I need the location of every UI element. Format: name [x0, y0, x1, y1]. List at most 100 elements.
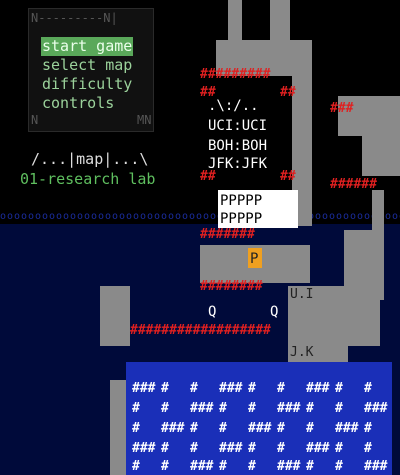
- water-glyph: o: [112, 211, 118, 222]
- water-glyph: o: [98, 211, 104, 222]
- floor-glyph: #: [364, 381, 372, 396]
- floor-glyph: #: [277, 381, 285, 396]
- water-glyph: o: [182, 211, 188, 222]
- water-glyph: o: [357, 211, 363, 222]
- lab-room: .\:/.. UCI:UCI BOH:BOH JFK:JFK: [208, 98, 268, 172]
- floor-glyph: ###: [219, 441, 243, 456]
- brick-row: ###: [330, 101, 354, 116]
- floor-glyph: ###: [335, 421, 359, 436]
- floor-glyph: #: [219, 459, 227, 474]
- floor-glyph: #: [161, 381, 169, 396]
- menu-frame-left: N: [31, 113, 39, 127]
- brick-row: ##################: [130, 323, 271, 338]
- floor-glyph: #: [335, 401, 343, 416]
- water-glyph: o: [315, 211, 321, 222]
- water-glyph: o: [28, 211, 34, 222]
- floor-glyph: #: [335, 381, 343, 396]
- water-glyph: o: [189, 211, 195, 222]
- floor-glyph: #: [248, 459, 256, 474]
- floor-glyph: ###: [190, 459, 214, 474]
- menu-item-select-map[interactable]: select map: [41, 56, 133, 75]
- water-pattern: oooooooooooooooooooooooooooooooooooooooo…: [0, 211, 400, 222]
- floor-glyph: #: [161, 401, 169, 416]
- floor-glyph: ###: [132, 381, 156, 396]
- floor-glyph: #: [277, 441, 285, 456]
- menu-item-start-game[interactable]: start game: [41, 37, 134, 56]
- floor-glyph: #: [277, 421, 285, 436]
- water-glyph: o: [14, 211, 20, 222]
- floor-glyph: #: [306, 459, 314, 474]
- menu-item-controls[interactable]: controls: [41, 94, 133, 113]
- q-marker-left: Q: [208, 304, 216, 320]
- water-glyph: o: [140, 211, 146, 222]
- water-glyph: o: [210, 211, 216, 222]
- water-glyph: o: [322, 211, 328, 222]
- jk-label: J.K: [290, 345, 314, 360]
- water-glyph: o: [7, 211, 13, 222]
- floor-glyph: #: [364, 421, 372, 436]
- player-glyph: P: [250, 251, 258, 267]
- menu-frame-right: MN: [137, 113, 152, 127]
- brick-row: ######: [330, 177, 377, 192]
- map-title: /...|map|...\: [31, 150, 149, 168]
- floor-glyph: #: [190, 381, 198, 396]
- menu-frame-top: N---------N|: [31, 11, 118, 25]
- water-glyph: o: [56, 211, 62, 222]
- water-glyph: o: [42, 211, 48, 222]
- water-glyph: o: [350, 211, 356, 222]
- main-menu: N---------N| N MN start game select map …: [28, 8, 154, 132]
- lab-row-2: UCI:UCI: [208, 118, 267, 134]
- water-glyph: o: [385, 211, 391, 222]
- water-glyph: o: [196, 211, 202, 222]
- water-glyph: o: [203, 211, 209, 222]
- floor-glyph: #: [248, 401, 256, 416]
- water-glyph: o: [126, 211, 132, 222]
- water-glyph: o: [392, 211, 398, 222]
- spawn-row-2: PPPPP: [220, 211, 262, 227]
- floor-glyph: #: [132, 401, 140, 416]
- water-glyph: o: [91, 211, 97, 222]
- floor-glyph: #: [306, 421, 314, 436]
- floor-glyph: ###: [277, 401, 301, 416]
- water-glyph: o: [133, 211, 139, 222]
- water-glyph: o: [70, 211, 76, 222]
- floor-glyph: #: [248, 441, 256, 456]
- floor-glyph: ###: [277, 459, 301, 474]
- lower-room: ### # # ### # # ### # ## # ### # # ### # # #### ### # # ### #…: [126, 362, 392, 475]
- floor-glyph: ###: [364, 459, 388, 474]
- floor-glyph: #: [190, 441, 198, 456]
- water-glyph: o: [49, 211, 55, 222]
- floor-glyph: ###: [132, 441, 156, 456]
- floor-glyph: ###: [161, 421, 185, 436]
- map-name: 01-research lab: [20, 170, 156, 188]
- floor-glyph: ###: [364, 401, 388, 416]
- brick-row: #######: [200, 227, 255, 242]
- floor-glyph: #: [132, 421, 140, 436]
- water-glyph: o: [364, 211, 370, 222]
- menu-item-difficulty[interactable]: difficulty: [41, 75, 133, 94]
- lab-row-4: JFK:JFK: [208, 156, 268, 172]
- floor-glyph: #: [335, 441, 343, 456]
- water-glyph: o: [147, 211, 153, 222]
- brick-row: ########: [200, 279, 263, 294]
- water-glyph: o: [168, 211, 174, 222]
- brick-row: ##: [280, 85, 296, 100]
- water-glyph: o: [105, 211, 111, 222]
- floor-glyph: #: [335, 459, 343, 474]
- water-glyph: o: [84, 211, 90, 222]
- floor-glyph: ###: [306, 441, 330, 456]
- water-glyph: o: [0, 211, 6, 222]
- brick-row: #########: [200, 67, 271, 82]
- brick-row: ##: [280, 169, 296, 184]
- floor-glyph: ###: [190, 401, 214, 416]
- floor-glyph: #: [219, 421, 227, 436]
- water-glyph: o: [63, 211, 69, 222]
- water-glyph: o: [343, 211, 349, 222]
- lab-row-1: .\:/..: [208, 98, 259, 114]
- water-glyph: o: [21, 211, 27, 222]
- water-glyph: o: [336, 211, 342, 222]
- floor-glyph: ###: [219, 381, 243, 396]
- q-marker-right: Q: [270, 304, 278, 320]
- floor-glyph: #: [190, 421, 198, 436]
- lab-row-3: BOH:BOH: [208, 138, 267, 154]
